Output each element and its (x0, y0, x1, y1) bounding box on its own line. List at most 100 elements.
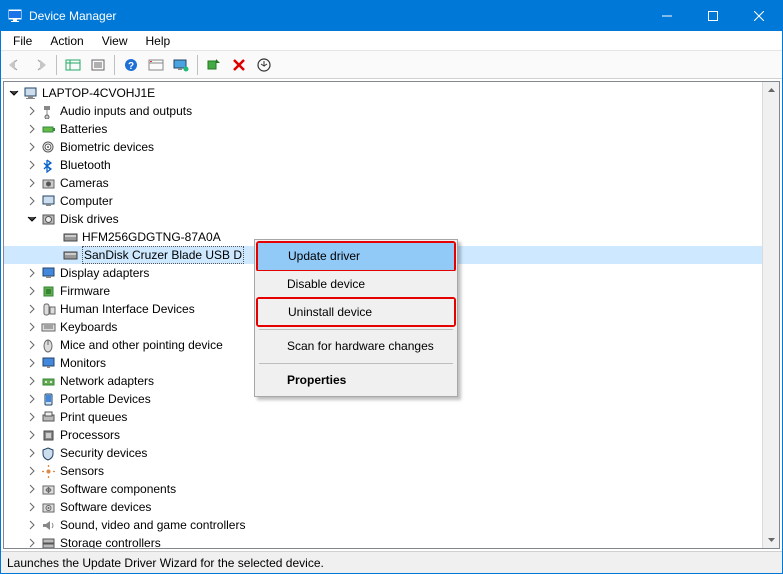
tree-category[interactable]: Sound, video and game controllers (4, 516, 762, 534)
context-menu-item[interactable]: Properties (257, 367, 455, 394)
context-menu-separator (259, 363, 453, 364)
annotation-red-box: Uninstall device (256, 297, 456, 328)
toolbar: ? (1, 51, 782, 79)
back-arrow-icon[interactable] (3, 53, 27, 77)
tree-category-label: Processors (60, 427, 120, 444)
tree-category-label: Keyboards (60, 319, 117, 336)
menu-file[interactable]: File (5, 33, 40, 49)
chevron-right-icon[interactable] (26, 483, 38, 495)
tree-category-label: Sound, video and game controllers (60, 517, 245, 534)
vertical-scrollbar[interactable] (762, 82, 779, 548)
toolbar-separator (56, 55, 57, 75)
tree-category[interactable]: Software components (4, 480, 762, 498)
battery-icon (40, 121, 56, 137)
tree-root[interactable]: LAPTOP-4CVOHJ1E (4, 84, 762, 102)
tree-category-label: Software devices (60, 499, 151, 516)
tree-category-label: Firmware (60, 283, 110, 300)
forward-arrow-icon[interactable] (28, 53, 52, 77)
context-menu-item[interactable]: Update driver (258, 243, 454, 270)
monitor-dev-icon (40, 355, 56, 371)
chevron-right-icon[interactable] (26, 105, 38, 117)
titlebar[interactable]: Device Manager (1, 1, 782, 31)
swdev-icon (40, 499, 56, 515)
monitor-icon[interactable] (169, 53, 193, 77)
tree-category[interactable]: Bluetooth (4, 156, 762, 174)
context-menu-item[interactable]: Uninstall device (258, 299, 454, 326)
tree-category-label: Human Interface Devices (60, 301, 195, 318)
display-icon (40, 265, 56, 281)
maximize-button[interactable] (690, 1, 736, 31)
tree-category[interactable]: Storage controllers (4, 534, 762, 548)
chevron-right-icon[interactable] (26, 501, 38, 513)
help-icon[interactable]: ? (119, 53, 143, 77)
scan-hardware-icon[interactable] (202, 53, 226, 77)
chevron-down-icon[interactable] (8, 87, 20, 99)
context-menu-item[interactable]: Scan for hardware changes (257, 333, 455, 360)
chevron-down-icon[interactable] (26, 213, 38, 225)
chevron-right-icon[interactable] (26, 429, 38, 441)
tree-category-label: Batteries (60, 121, 107, 138)
biometric-icon (40, 139, 56, 155)
chevron-right-icon[interactable] (26, 393, 38, 405)
tree-category[interactable]: Biometric devices (4, 138, 762, 156)
context-menu-item[interactable]: Disable device (257, 271, 455, 298)
chevron-right-icon[interactable] (26, 357, 38, 369)
chevron-right-icon[interactable] (26, 519, 38, 531)
menu-view[interactable]: View (94, 33, 136, 49)
bluetooth-icon (40, 157, 56, 173)
tree-category-label: Software components (60, 481, 176, 498)
uninstall-icon[interactable] (252, 53, 276, 77)
chevron-right-icon[interactable] (26, 177, 38, 189)
chevron-right-icon[interactable] (26, 267, 38, 279)
mouse-icon (40, 337, 56, 353)
portable-icon (40, 391, 56, 407)
remove-icon[interactable] (227, 53, 251, 77)
tree-category[interactable]: Sensors (4, 462, 762, 480)
tree-category[interactable]: Disk drives (4, 210, 762, 228)
menu-action[interactable]: Action (42, 33, 91, 49)
tree-category-label: Display adapters (60, 265, 149, 282)
camera-icon (40, 175, 56, 191)
sensor-icon (40, 463, 56, 479)
chevron-right-icon[interactable] (26, 141, 38, 153)
tree-category[interactable]: Batteries (4, 120, 762, 138)
tree-category[interactable]: Computer (4, 192, 762, 210)
tree-category-label: Disk drives (60, 211, 119, 228)
detail-icon[interactable] (144, 53, 168, 77)
scroll-up-icon[interactable] (763, 82, 779, 99)
minimize-button[interactable] (644, 1, 690, 31)
chevron-right-icon[interactable] (26, 339, 38, 351)
firmware-icon (40, 283, 56, 299)
chevron-right-icon[interactable] (26, 159, 38, 171)
chevron-right-icon[interactable] (26, 411, 38, 423)
chevron-right-icon[interactable] (26, 447, 38, 459)
tree-category[interactable]: Print queues (4, 408, 762, 426)
chevron-right-icon[interactable] (26, 123, 38, 135)
device-tree[interactable]: LAPTOP-4CVOHJ1EAudio inputs and outputsB… (4, 82, 762, 548)
app-window: Device Manager File Action View Help (0, 0, 783, 574)
annotation-red-box: Update driver (256, 241, 456, 272)
tree-device-label: SanDisk Cruzer Blade USB D (82, 246, 244, 265)
chevron-right-icon[interactable] (26, 303, 38, 315)
tree-category[interactable]: Software devices (4, 498, 762, 516)
show-hidden-icon[interactable] (61, 53, 85, 77)
menu-help[interactable]: Help (138, 33, 179, 49)
tree-root-label: LAPTOP-4CVOHJ1E (42, 85, 155, 102)
chevron-right-icon[interactable] (26, 375, 38, 387)
tree-category-label: Monitors (60, 355, 106, 372)
chevron-right-icon[interactable] (26, 321, 38, 333)
tree-device-label: HFM256GDGTNG-87A0A (82, 229, 221, 246)
chevron-right-icon[interactable] (26, 537, 38, 548)
tree-category[interactable]: Security devices (4, 444, 762, 462)
tree-category[interactable]: Cameras (4, 174, 762, 192)
chevron-right-icon[interactable] (26, 195, 38, 207)
swcomp-icon (40, 481, 56, 497)
scroll-down-icon[interactable] (763, 531, 779, 548)
tree-category[interactable]: Processors (4, 426, 762, 444)
close-button[interactable] (736, 1, 782, 31)
chevron-right-icon[interactable] (26, 285, 38, 297)
chevron-right-icon[interactable] (26, 465, 38, 477)
properties-box-icon[interactable] (86, 53, 110, 77)
context-menu-separator (259, 329, 453, 330)
tree-category[interactable]: Audio inputs and outputs (4, 102, 762, 120)
